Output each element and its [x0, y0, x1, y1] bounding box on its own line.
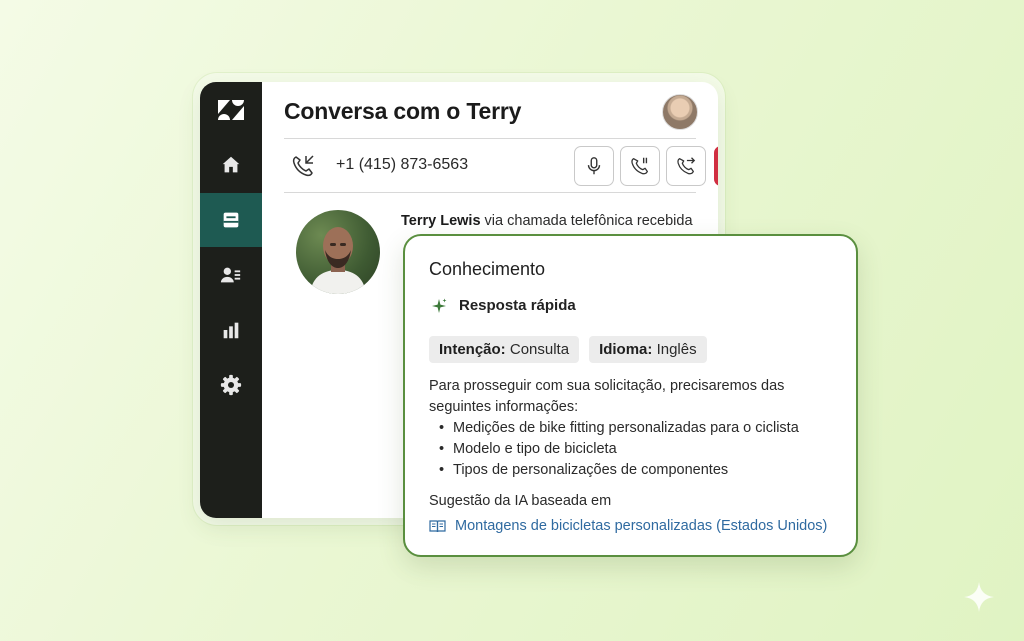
page-title: Conversa com o Terry — [284, 98, 522, 124]
requirements-list: Medições de bike fitting personalizadas … — [429, 418, 839, 481]
call-controls-bar: +1 (415) 873-6563 — [284, 140, 718, 192]
tag-list: Intenção: Consulta Idioma: Inglês — [429, 336, 707, 363]
source-link-text[interactable]: Montagens de bicicletas personalizadas (… — [455, 518, 827, 534]
list-item: Medições de bike fitting personalizadas … — [439, 418, 839, 439]
contacts-icon — [220, 267, 241, 283]
knowledge-panel: Conhecimento Resposta rápida Intenção: C… — [403, 234, 858, 557]
ai-sparkle-icon — [964, 582, 994, 612]
sparkle-icon — [432, 298, 447, 313]
quick-answer-header: Resposta rápida — [431, 297, 576, 314]
divider — [284, 192, 696, 193]
list-item: Tipos de personalizações de componentes — [439, 460, 839, 481]
panel-title: Conhecimento — [429, 259, 546, 279]
language-tag: Idioma: Inglês — [589, 336, 707, 363]
hold-call-icon — [631, 157, 648, 175]
source-article-link[interactable]: Montagens de bicicletas personalizadas (… — [429, 518, 827, 534]
sidebar-item-home[interactable] — [200, 138, 262, 192]
divider — [284, 138, 696, 139]
mute-button[interactable] — [574, 146, 614, 186]
caller-photo — [296, 210, 380, 294]
home-icon — [222, 156, 240, 173]
sidebar-item-contacts[interactable] — [200, 248, 262, 302]
person-portrait — [310, 227, 366, 294]
answer-text: Para prosseguir com sua solicitação, pre… — [429, 376, 839, 481]
intent-tag: Intenção: Consulta — [429, 336, 580, 363]
inbox-icon — [223, 212, 239, 228]
microphone-icon — [587, 157, 601, 175]
reports-icon — [223, 322, 239, 339]
sidebar-item-inbox[interactable] — [200, 193, 262, 247]
answer-intro: Para prosseguir com sua solicitação, pre… — [429, 378, 785, 415]
hold-call-button[interactable] — [620, 146, 660, 186]
sidebar-item-reports[interactable] — [200, 303, 262, 357]
gear-icon — [220, 374, 242, 396]
caller-name[interactable]: Terry Lewis — [401, 213, 481, 229]
list-item: Modelo e tipo de bicicleta — [439, 439, 839, 460]
incoming-call-icon — [292, 155, 314, 177]
sidebar-item-settings[interactable] — [200, 358, 262, 412]
caller-info: Terry Lewis via chamada telefônica receb… — [401, 213, 693, 229]
quick-answer-label: Resposta rápida — [459, 297, 576, 314]
phone-number: +1 (415) 873-6563 — [336, 156, 469, 173]
ai-suggestion-label: Sugestão da IA baseada em — [429, 493, 612, 509]
transfer-call-icon — [677, 157, 696, 175]
call-channel-text: via chamada telefônica recebida — [480, 213, 693, 229]
zendesk-logo-icon[interactable] — [218, 100, 244, 120]
transfer-call-button[interactable] — [666, 146, 706, 186]
sidebar — [200, 82, 262, 518]
agent-avatar[interactable] — [662, 94, 698, 130]
article-book-icon — [429, 520, 446, 533]
end-call-button[interactable] — [714, 146, 718, 186]
